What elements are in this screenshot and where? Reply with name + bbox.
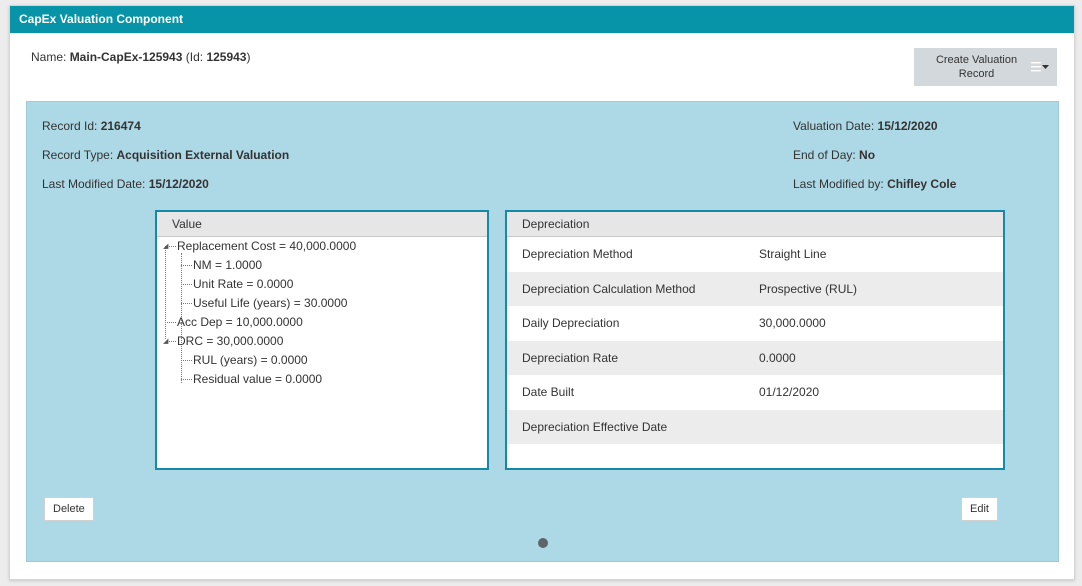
pagination-dot[interactable]: [538, 538, 548, 548]
create-valuation-record-label: Create Valuation Record: [935, 54, 1018, 80]
depreciation-box: Depreciation Depreciation Method Straigh…: [505, 210, 1005, 470]
last-modified-by-value: Chifley Cole: [887, 177, 957, 191]
depreciation-header: Depreciation: [507, 212, 1003, 237]
tree-node-unit-rate[interactable]: Unit Rate = 0.0000: [193, 277, 293, 291]
last-modified-by-label: Last Modified by:: [793, 177, 884, 191]
valuation-date-value: 15/12/2020: [877, 119, 938, 133]
id-value: 125943: [206, 50, 247, 64]
record-type-label: Record Type:: [42, 148, 114, 162]
hamburger-caret-icon[interactable]: [1031, 61, 1049, 73]
name-label: Name:: [31, 50, 67, 64]
value-tree-box: Value ◢ ◢ Replacement Cost = 40,000.0000…: [155, 210, 489, 470]
daily-depreciation-value: 30,000.0000: [759, 316, 826, 330]
depreciation-method-value: Straight Line: [759, 247, 827, 261]
date-built-label: Date Built: [522, 385, 575, 399]
tree-node-nm[interactable]: NM = 1.0000: [193, 258, 262, 272]
edit-button[interactable]: Edit: [961, 497, 998, 521]
table-row: Depreciation Effective Date: [507, 409, 1003, 444]
record-id-label: Record Id:: [42, 119, 98, 133]
valuation-date-label: Valuation Date:: [793, 119, 875, 133]
table-row: Depreciation Calculation Method Prospect…: [507, 271, 1003, 306]
table-row: Daily Depreciation 30,000.0000: [507, 306, 1003, 341]
end-of-day-value: No: [859, 148, 876, 162]
collapse-icon[interactable]: ◢: [163, 243, 168, 250]
end-of-day-label: End of Day:: [793, 148, 856, 162]
delete-button[interactable]: Delete: [44, 497, 94, 521]
daily-depreciation-label: Daily Depreciation: [522, 316, 620, 330]
valuation-date-field: Valuation Date: 15/12/2020: [793, 119, 938, 133]
table-row: Depreciation Rate 0.0000: [507, 340, 1003, 375]
last-modified-date-field: Last Modified Date: 15/12/2020: [42, 177, 209, 191]
depreciation-effective-date-label: Depreciation Effective Date: [522, 419, 668, 434]
valuation-panel: CapEx Valuation Component Name: Main-Cap…: [9, 5, 1075, 580]
table-row: Date Built 01/12/2020: [507, 375, 1003, 410]
depreciation-calculation-method-label: Depreciation Calculation Method: [522, 281, 696, 296]
end-of-day-field: End of Day: No: [793, 148, 875, 162]
value-tree-header: Value: [157, 212, 487, 237]
create-valuation-record-button[interactable]: Create Valuation Record: [914, 48, 1057, 86]
name-line: Name: Main-CapEx-125943 (Id: 125943): [31, 50, 250, 64]
record-id-field: Record Id: 216474: [42, 119, 141, 133]
valuation-record-area: Record Id: 216474 Record Type: Acquisiti…: [26, 101, 1059, 562]
last-modified-by-field: Last Modified by: Chifley Cole: [793, 177, 956, 191]
name-value: Main-CapEx-125943: [69, 50, 183, 64]
tree-node-residual-value[interactable]: Residual value = 0.0000: [193, 372, 322, 386]
record-id-value: 216474: [100, 119, 141, 133]
depreciation-calculation-method-value: Prospective (RUL): [759, 281, 858, 296]
last-modified-date-label: Last Modified Date:: [42, 177, 146, 191]
collapse-icon[interactable]: ◢: [163, 338, 168, 345]
table-row: Depreciation Method Straight Line: [507, 237, 1003, 272]
last-modified-date-value: 15/12/2020: [148, 177, 209, 191]
id-prefix: (Id:: [185, 50, 204, 64]
tree-node-useful-life[interactable]: Useful Life (years) = 30.0000: [193, 296, 347, 310]
id-suffix: ): [246, 50, 251, 64]
depreciation-rate-label: Depreciation Rate: [522, 350, 619, 365]
record-type-value: Acquisition External Valuation: [116, 148, 290, 162]
depreciation-rate-value: 0.0000: [759, 350, 796, 365]
tree-node-drc[interactable]: DRC = 30,000.0000: [177, 334, 283, 348]
tree-node-replacement-cost[interactable]: Replacement Cost = 40,000.0000: [177, 239, 356, 253]
date-built-value: 01/12/2020: [759, 385, 820, 399]
panel-title: CapEx Valuation Component: [10, 6, 1074, 33]
tree-node-acc-dep[interactable]: Acc Dep = 10,000.0000: [177, 315, 303, 329]
tree-node-rul[interactable]: RUL (years) = 0.0000: [193, 353, 308, 367]
record-type-field: Record Type: Acquisition External Valuat…: [42, 148, 289, 162]
depreciation-table: Depreciation Method Straight Line Deprec…: [507, 237, 1003, 444]
depreciation-method-label: Depreciation Method: [522, 247, 633, 261]
